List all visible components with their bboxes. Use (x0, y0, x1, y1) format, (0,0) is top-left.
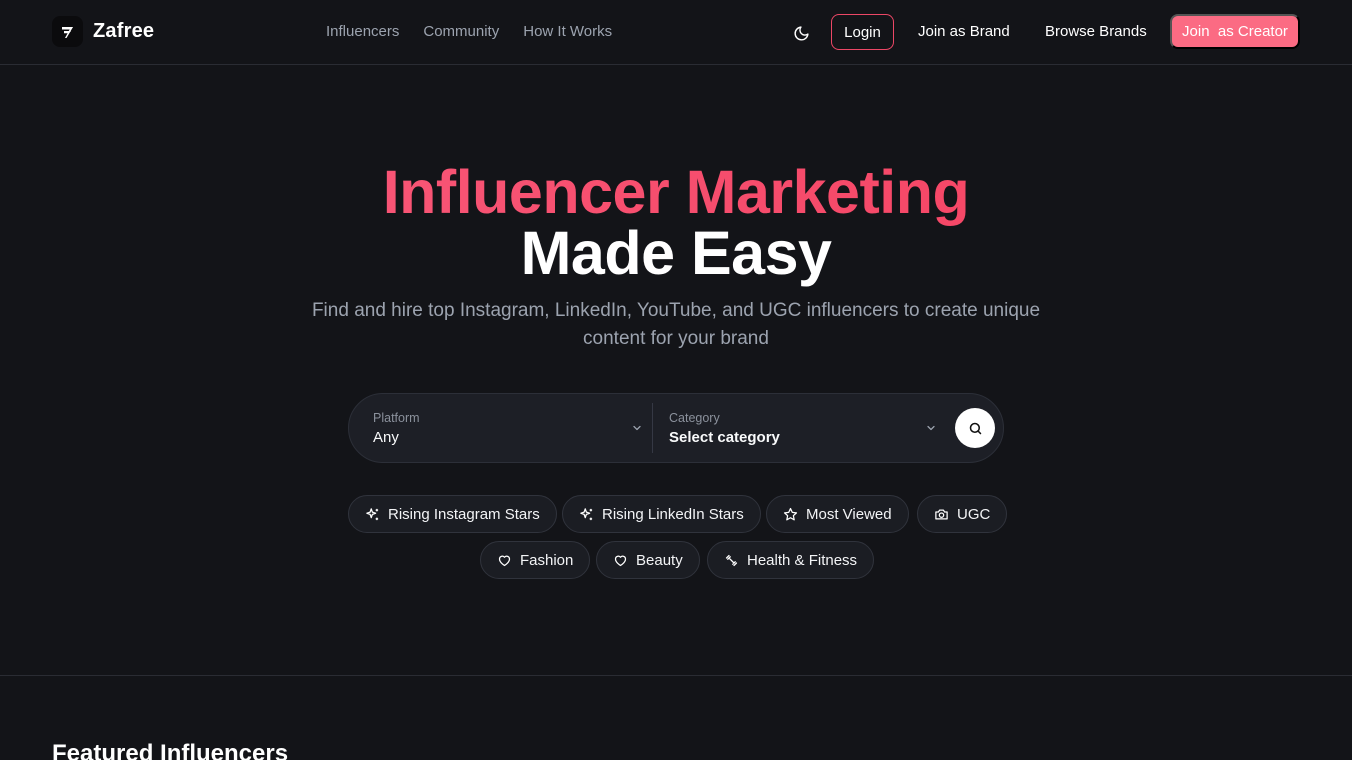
sparkles-icon (366, 507, 379, 520)
camera-icon (935, 509, 948, 519)
hero-subtitle: Find and hire top Instagram, LinkedIn, Y… (311, 300, 1041, 349)
chip-label: Beauty (636, 551, 683, 569)
chip-rising-linkedin-stars[interactable]: Rising LinkedIn Stars (562, 495, 761, 533)
platform-select[interactable]: Platform Any (373, 394, 643, 462)
main-nav: Influencers Community How It Works (326, 23, 612, 40)
section-divider (0, 675, 1352, 676)
chip-rising-instagram-stars[interactable]: Rising Instagram Stars (348, 495, 557, 533)
nav-influencers[interactable]: Influencers (326, 23, 399, 40)
moon-icon[interactable] (790, 22, 812, 44)
search-bar: Platform Any Category Select category (348, 393, 1004, 463)
nav-how-it-works[interactable]: How It Works (523, 23, 612, 40)
chip-label: Rising LinkedIn Stars (602, 505, 744, 523)
browse-brands-button[interactable]: Browse Brands (1045, 23, 1147, 40)
top-navbar: Zafree Influencers Community How It Work… (0, 0, 1352, 65)
nav-community[interactable]: Community (423, 23, 499, 40)
sparkles-icon (580, 507, 593, 520)
brand-name: Zafree (93, 20, 155, 42)
featured-influencers-heading: Featured Influencers (52, 740, 289, 760)
chip-beauty[interactable]: Beauty (596, 541, 700, 579)
chip-label: Fashion (520, 551, 574, 569)
chip-most-viewed[interactable]: Most Viewed (766, 495, 909, 533)
join-as-creator-button[interactable]: Join as Creator (1170, 14, 1300, 49)
category-value: Select category (669, 429, 780, 446)
platform-label: Platform (373, 411, 420, 425)
heart-icon (498, 555, 511, 566)
category-label: Category (669, 411, 720, 425)
chevron-down-icon (633, 425, 641, 431)
search-button[interactable] (955, 408, 995, 448)
platform-value: Any (373, 429, 399, 446)
chip-ugc[interactable]: UGC (917, 495, 1008, 533)
join-as-brand-button[interactable]: Join as Brand (918, 23, 1010, 40)
chip-label: Rising Instagram Stars (388, 505, 540, 523)
dumbbell-icon (725, 554, 738, 566)
chip-label: Most Viewed (806, 505, 892, 523)
chip-label: UGC (957, 505, 991, 523)
heart-icon (614, 555, 627, 566)
search-icon (969, 422, 981, 434)
chip-label: Health & Fitness (747, 551, 858, 569)
login-button[interactable]: Login (831, 14, 894, 50)
field-divider (652, 403, 653, 453)
star-icon (783, 507, 798, 520)
hero-title-line2: Made Easy (520, 219, 832, 287)
category-select[interactable]: Category Select category (669, 394, 937, 462)
zafree-logo-icon (52, 16, 83, 47)
logo[interactable]: Zafree (52, 16, 154, 47)
chip-health-fitness[interactable]: Health & Fitness (707, 541, 875, 579)
chip-fashion[interactable]: Fashion (480, 541, 591, 579)
chevron-down-icon (927, 425, 935, 431)
